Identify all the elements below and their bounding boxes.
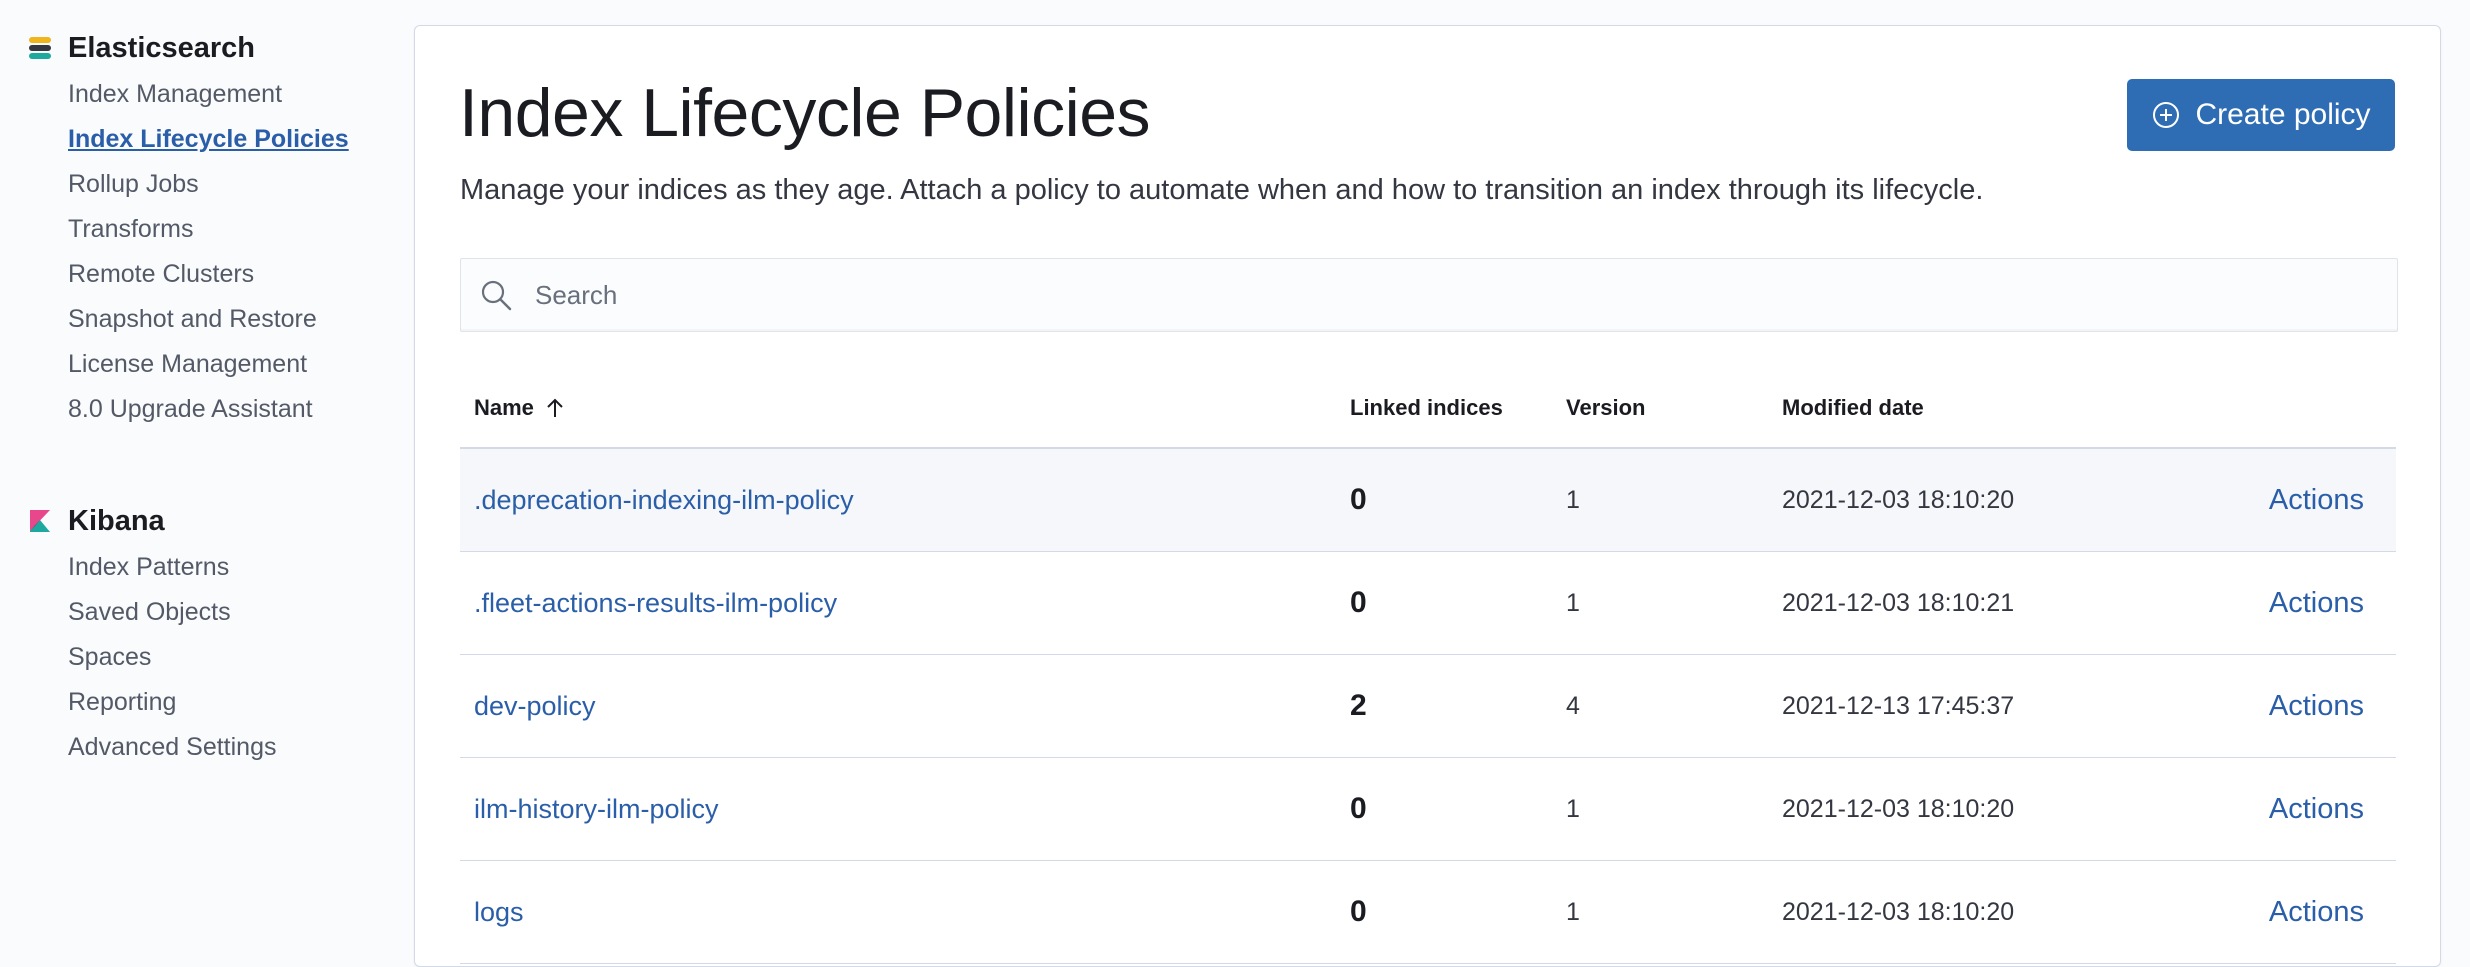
elasticsearch-logo-icon — [29, 37, 51, 59]
column-header-modified: Modified date — [1782, 395, 1924, 420]
nav-list-kibana: Index Patterns Saved Objects Spaces Repo… — [28, 545, 276, 770]
nav-item-saved-objects[interactable]: Saved Objects — [68, 590, 276, 635]
page-title: Index Lifecycle Policies — [459, 75, 1151, 151]
page-description: Manage your indices as they age. Attach … — [460, 174, 1984, 206]
nav-heading-title: Kibana — [68, 504, 165, 537]
column-header-linked: Linked indices — [1350, 395, 1503, 420]
nav-item-reporting[interactable]: Reporting — [68, 680, 276, 725]
policies-table: Name Linked indices Version Modified dat… — [460, 371, 2396, 964]
policy-version: 1 — [1566, 588, 1580, 617]
nav-item-license-management[interactable]: License Management — [68, 342, 349, 387]
policy-name-link[interactable]: .fleet-actions-results-ilm-policy — [474, 588, 837, 619]
policy-version: 1 — [1566, 485, 1580, 514]
actions-button[interactable]: Actions — [2269, 587, 2364, 620]
actions-button[interactable]: Actions — [2269, 484, 2364, 517]
column-header-name[interactable]: Name — [474, 395, 566, 421]
main-panel: Index Lifecycle Policies Create policy M… — [414, 25, 2441, 967]
actions-button[interactable]: Actions — [2269, 793, 2364, 826]
nav-item-upgrade-assistant[interactable]: 8.0 Upgrade Assistant — [68, 387, 349, 432]
nav-item-index-patterns[interactable]: Index Patterns — [68, 545, 276, 590]
column-header-name-label: Name — [474, 395, 534, 420]
modified-date: 2021-12-03 18:10:20 — [1782, 485, 2015, 514]
modified-date: 2021-12-03 18:10:20 — [1782, 794, 2015, 823]
nav-item-index-management[interactable]: Index Management — [68, 72, 349, 117]
linked-indices-count: 2 — [1350, 689, 1367, 722]
nav-item-index-lifecycle-policies[interactable]: Index Lifecycle Policies — [68, 117, 349, 162]
column-header-version: Version — [1566, 395, 1646, 420]
nav-group-elasticsearch: Elasticsearch Index Management Index Lif… — [28, 30, 349, 432]
table-header: Name Linked indices Version Modified dat… — [460, 371, 2396, 449]
search-bar — [460, 258, 2398, 332]
modified-date: 2021-12-03 18:10:21 — [1782, 588, 2015, 617]
table-row: .fleet-actions-results-ilm-policy 0 1 20… — [460, 552, 2396, 655]
modified-date: 2021-12-13 17:45:37 — [1782, 691, 2015, 720]
nav-item-remote-clusters[interactable]: Remote Clusters — [68, 252, 349, 297]
create-policy-label: Create policy — [2195, 98, 2371, 131]
table-row: logs 0 1 2021-12-03 18:10:20 Actions — [460, 861, 2396, 964]
linked-indices-count: 0 — [1350, 792, 1367, 825]
search-input[interactable] — [533, 278, 2397, 312]
nav-group-kibana: Kibana Index Patterns Saved Objects Spac… — [28, 503, 276, 770]
nav-item-transforms[interactable]: Transforms — [68, 207, 349, 252]
nav-heading-elasticsearch: Elasticsearch — [28, 30, 349, 66]
policy-name-link[interactable]: ilm-history-ilm-policy — [474, 794, 719, 825]
policy-version: 4 — [1566, 691, 1580, 720]
nav-heading-kibana: Kibana — [28, 503, 276, 539]
linked-indices-count: 0 — [1350, 483, 1367, 516]
linked-indices-count: 0 — [1350, 586, 1367, 619]
linked-indices-count: 0 — [1350, 895, 1367, 928]
policy-name-link[interactable]: .deprecation-indexing-ilm-policy — [474, 485, 854, 516]
policy-version: 1 — [1566, 897, 1580, 926]
nav-item-spaces[interactable]: Spaces — [68, 635, 276, 680]
side-nav: Elasticsearch Index Management Index Lif… — [0, 0, 410, 952]
policy-name-link[interactable]: logs — [474, 897, 524, 928]
table-row: dev-policy 2 4 2021-12-13 17:45:37 Actio… — [460, 655, 2396, 758]
table-row: .deprecation-indexing-ilm-policy 0 1 202… — [460, 449, 2396, 552]
nav-item-advanced-settings[interactable]: Advanced Settings — [68, 725, 276, 770]
search-icon — [481, 280, 512, 311]
create-policy-button[interactable]: Create policy — [2127, 79, 2395, 151]
arrow-up-icon — [547, 398, 563, 417]
kibana-logo-icon — [30, 510, 50, 532]
nav-item-snapshot-and-restore[interactable]: Snapshot and Restore — [68, 297, 349, 342]
policy-name-link[interactable]: dev-policy — [474, 691, 596, 722]
modified-date: 2021-12-03 18:10:20 — [1782, 897, 2015, 926]
actions-button[interactable]: Actions — [2269, 896, 2364, 929]
nav-heading-title: Elasticsearch — [68, 31, 256, 64]
plus-in-circle-icon — [2153, 102, 2180, 128]
policy-version: 1 — [1566, 794, 1580, 823]
nav-list-elasticsearch: Index Management Index Lifecycle Policie… — [28, 72, 349, 432]
table-row: ilm-history-ilm-policy 0 1 2021-12-03 18… — [460, 758, 2396, 861]
actions-button[interactable]: Actions — [2269, 690, 2364, 723]
nav-item-rollup-jobs[interactable]: Rollup Jobs — [68, 162, 349, 207]
